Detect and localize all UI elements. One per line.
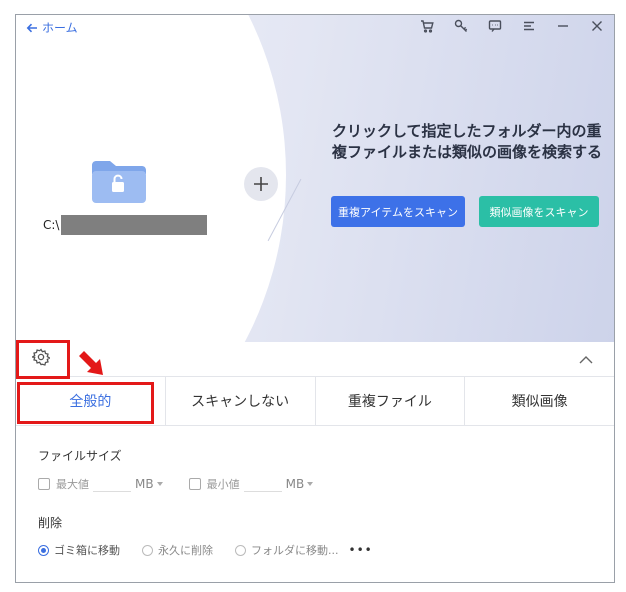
delete-option-label: フォルダに移動... xyxy=(251,544,339,557)
radio-unselected[interactable] xyxy=(142,544,153,556)
menu-icon xyxy=(524,21,534,31)
delete-options-row: ゴミ箱に移動 永久に削除 フォルダに移動... ••• xyxy=(38,542,373,558)
hero-panel: ホーム C:\ クリックして指定したフォルダー内の重複ファイルまたは類似の画像を… xyxy=(16,15,614,342)
close-icon xyxy=(592,21,602,31)
minimize-button[interactable] xyxy=(546,15,580,37)
back-home-label: ホーム xyxy=(42,21,78,35)
max-size-label: 最大値 xyxy=(56,477,89,491)
settings-tabs: 全般的 スキャンしない 重複ファイル 類似画像 xyxy=(16,376,614,426)
tab-duplicate-files[interactable]: 重複ファイル xyxy=(316,377,466,425)
folder-path: C:\ xyxy=(43,215,208,235)
max-size-input[interactable] xyxy=(93,475,131,492)
chevron-down-icon xyxy=(156,481,163,486)
file-size-title: ファイルサイズ xyxy=(38,449,122,463)
delete-option-recycle-bin[interactable]: ゴミ箱に移動 xyxy=(38,542,120,558)
delete-option-move-to-folder[interactable]: フォルダに移動... xyxy=(235,542,339,558)
key-icon xyxy=(454,19,468,32)
max-size-checkbox[interactable] xyxy=(38,477,50,490)
redacted-path xyxy=(61,215,208,235)
gear-icon xyxy=(30,348,51,366)
max-size-unit-select[interactable]: MB xyxy=(135,477,163,491)
delete-option-permanent[interactable]: 永久に削除 xyxy=(142,542,213,558)
add-folder-button[interactable] xyxy=(244,167,278,201)
settings-button[interactable] xyxy=(30,348,52,368)
plus-icon xyxy=(254,177,268,191)
min-size-checkbox[interactable] xyxy=(188,477,201,490)
cart-icon xyxy=(421,20,434,33)
collapse-settings-button[interactable] xyxy=(578,351,596,365)
folder-lock-icon xyxy=(92,161,146,203)
chevron-down-icon xyxy=(307,481,314,486)
tab-general[interactable]: 全般的 xyxy=(16,377,166,425)
window-toolbar xyxy=(410,15,614,37)
feedback-button[interactable] xyxy=(478,15,512,37)
delete-option-label: 永久に削除 xyxy=(158,544,213,557)
file-size-row: 最大値 MB 最小値 MB xyxy=(38,475,314,492)
max-size-unit: MB xyxy=(135,476,154,491)
min-size-unit: MB xyxy=(285,476,305,491)
min-size-input[interactable] xyxy=(243,475,282,492)
arrow-left-icon xyxy=(26,23,37,32)
tab-do-not-scan[interactable]: スキャンしない xyxy=(166,377,316,425)
close-button[interactable] xyxy=(580,15,614,37)
red-arrow-icon xyxy=(79,351,103,375)
minimize-icon xyxy=(558,25,568,27)
radio-selected[interactable] xyxy=(38,544,49,556)
tab-similar-images[interactable]: 類似画像 xyxy=(465,377,614,425)
chevron-up-icon xyxy=(579,356,593,364)
hero-headline: クリックして指定したフォルダー内の重複ファイルまたは類似の画像を検索する xyxy=(332,122,603,161)
cart-button[interactable] xyxy=(410,15,444,37)
back-home-link[interactable]: ホーム xyxy=(26,19,78,36)
delete-title: 削除 xyxy=(38,516,63,530)
folder-path-prefix: C:\ xyxy=(43,218,60,232)
min-size-unit-select[interactable]: MB xyxy=(286,477,314,491)
key-button[interactable] xyxy=(444,15,478,37)
min-size-label: 最小値 xyxy=(206,477,240,491)
scan-duplicates-button[interactable]: 重複アイテムをスキャン xyxy=(331,196,465,227)
delete-option-label: ゴミ箱に移動 xyxy=(54,544,120,557)
radio-unselected[interactable] xyxy=(235,544,246,556)
app-window: ホーム C:\ クリックして指定したフォルダー内の重複ファイルまたは類似の画像を… xyxy=(15,14,615,583)
feedback-icon xyxy=(488,20,502,32)
scan-similar-images-button[interactable]: 類似画像をスキャン xyxy=(479,196,599,227)
more-options-button[interactable]: ••• xyxy=(349,543,373,557)
menu-button[interactable] xyxy=(512,15,546,37)
